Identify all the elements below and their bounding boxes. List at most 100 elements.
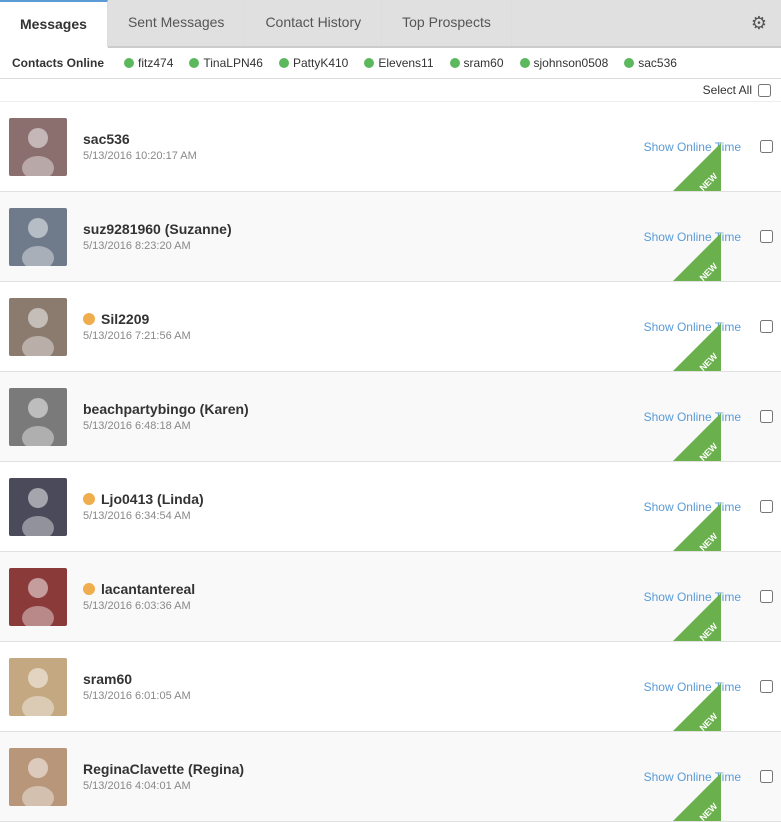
avatar xyxy=(9,208,67,266)
username: Sil2209 xyxy=(83,311,583,327)
message-checkbox[interactable] xyxy=(760,140,773,153)
online-dot xyxy=(189,58,199,68)
online-dot xyxy=(124,58,134,68)
settings-button[interactable]: ⚙ xyxy=(737,0,781,46)
online-user-5[interactable]: sram60 xyxy=(450,56,504,70)
message-checkbox[interactable] xyxy=(760,770,773,783)
tab-messages[interactable]: Messages xyxy=(0,0,108,48)
avatar xyxy=(9,478,67,536)
avatar-area[interactable] xyxy=(0,462,75,551)
timestamp: 5/13/2016 6:01:05 AM xyxy=(83,690,583,702)
avatar xyxy=(9,568,67,626)
message-checkbox[interactable] xyxy=(760,500,773,513)
new-badge: NEW xyxy=(673,143,721,191)
message-item: suz9281960 (Suzanne) 5/13/2016 8:23:20 A… xyxy=(0,192,781,282)
online-dot xyxy=(364,58,374,68)
right-area: Show Online Time NEW xyxy=(591,642,751,731)
right-area: Show Online Time NEW xyxy=(591,282,751,371)
message-info: sac536 5/13/2016 10:20:17 AM xyxy=(75,102,591,191)
online-user-3[interactable]: PattyK410 xyxy=(279,56,348,70)
online-user-6[interactable]: sjohnson0508 xyxy=(520,56,609,70)
message-info: Ljo0413 (Linda) 5/13/2016 6:34:54 AM xyxy=(75,462,591,551)
message-item: sac536 5/13/2016 10:20:17 AM Show Online… xyxy=(0,102,781,192)
message-list: sac536 5/13/2016 10:20:17 AM Show Online… xyxy=(0,102,781,822)
message-checkbox[interactable] xyxy=(760,590,773,603)
select-all-checkbox[interactable] xyxy=(758,84,771,97)
online-user-4[interactable]: Elevens11 xyxy=(364,56,433,70)
right-area: Show Online Time NEW xyxy=(591,732,751,821)
online-user-2[interactable]: TinaLPN46 xyxy=(189,56,263,70)
message-info: beachpartybingo (Karen) 5/13/2016 6:48:1… xyxy=(75,372,591,461)
message-item: lacantantereal 5/13/2016 6:03:36 AM Show… xyxy=(0,552,781,642)
timestamp: 5/13/2016 6:03:36 AM xyxy=(83,600,583,612)
avatar xyxy=(9,658,67,716)
online-dot xyxy=(520,58,530,68)
timestamp: 5/13/2016 7:21:56 AM xyxy=(83,330,583,342)
avatar-area[interactable] xyxy=(0,282,75,371)
username: suz9281960 (Suzanne) xyxy=(83,221,583,237)
checkbox-area xyxy=(751,552,781,641)
select-all-bar: Select All xyxy=(0,79,781,102)
avatar-area[interactable] xyxy=(0,102,75,191)
online-user-7[interactable]: sac536 xyxy=(624,56,677,70)
message-item: sram60 5/13/2016 6:01:05 AM Show Online … xyxy=(0,642,781,732)
message-checkbox[interactable] xyxy=(760,680,773,693)
username: Ljo0413 (Linda) xyxy=(83,491,583,507)
tab-spacer xyxy=(512,0,737,46)
online-dot xyxy=(624,58,634,68)
timestamp: 5/13/2016 6:48:18 AM xyxy=(83,420,583,432)
tab-top-prospects[interactable]: Top Prospects xyxy=(382,0,512,46)
avatar-area[interactable] xyxy=(0,192,75,281)
contacts-online-bar: Contacts Online fitz474 TinaLPN46 PattyK… xyxy=(0,48,781,79)
message-checkbox[interactable] xyxy=(760,230,773,243)
right-area: Show Online Time NEW xyxy=(591,552,751,641)
message-item: ReginaClavette (Regina) 5/13/2016 4:04:0… xyxy=(0,732,781,822)
avatar-area[interactable] xyxy=(0,642,75,731)
checkbox-area xyxy=(751,282,781,371)
tab-bar: Messages Sent Messages Contact History T… xyxy=(0,0,781,48)
message-info: lacantantereal 5/13/2016 6:03:36 AM xyxy=(75,552,591,641)
new-badge: NEW xyxy=(673,233,721,281)
timestamp: 5/13/2016 8:23:20 AM xyxy=(83,240,583,252)
message-checkbox[interactable] xyxy=(760,320,773,333)
contacts-online-label: Contacts Online xyxy=(12,56,104,70)
timestamp: 5/13/2016 4:04:01 AM xyxy=(83,780,583,792)
right-area: Show Online Time NEW xyxy=(591,372,751,461)
checkbox-area xyxy=(751,642,781,731)
username: beachpartybingo (Karen) xyxy=(83,401,583,417)
online-user-1[interactable]: fitz474 xyxy=(124,56,173,70)
timestamp: 5/13/2016 6:34:54 AM xyxy=(83,510,583,522)
message-item: beachpartybingo (Karen) 5/13/2016 6:48:1… xyxy=(0,372,781,462)
username: ReginaClavette (Regina) xyxy=(83,761,583,777)
username: sac536 xyxy=(83,131,583,147)
online-dot xyxy=(450,58,460,68)
right-area: Show Online Time NEW xyxy=(591,462,751,551)
avatar xyxy=(9,748,67,806)
message-info: Sil2209 5/13/2016 7:21:56 AM xyxy=(75,282,591,371)
message-info: sram60 5/13/2016 6:01:05 AM xyxy=(75,642,591,731)
checkbox-area xyxy=(751,192,781,281)
message-info: suz9281960 (Suzanne) 5/13/2016 8:23:20 A… xyxy=(75,192,591,281)
username: sram60 xyxy=(83,671,583,687)
select-all-label: Select All xyxy=(703,83,752,97)
checkbox-area xyxy=(751,732,781,821)
username: lacantantereal xyxy=(83,581,583,597)
new-badge: NEW xyxy=(673,413,721,461)
new-badge: NEW xyxy=(673,323,721,371)
timestamp: 5/13/2016 10:20:17 AM xyxy=(83,150,583,162)
avatar xyxy=(9,388,67,446)
avatar-area[interactable] xyxy=(0,552,75,641)
message-item: Sil2209 5/13/2016 7:21:56 AM Show Online… xyxy=(0,282,781,372)
right-area: Show Online Time NEW xyxy=(591,102,751,191)
new-badge: NEW xyxy=(673,593,721,641)
checkbox-area xyxy=(751,462,781,551)
message-checkbox[interactable] xyxy=(760,410,773,423)
message-item: Ljo0413 (Linda) 5/13/2016 6:34:54 AM Sho… xyxy=(0,462,781,552)
online-indicator xyxy=(83,313,95,325)
checkbox-area xyxy=(751,372,781,461)
avatar-area[interactable] xyxy=(0,732,75,821)
online-indicator xyxy=(83,583,95,595)
tab-contact-history[interactable]: Contact History xyxy=(245,0,382,46)
tab-sent-messages[interactable]: Sent Messages xyxy=(108,0,246,46)
avatar-area[interactable] xyxy=(0,372,75,461)
